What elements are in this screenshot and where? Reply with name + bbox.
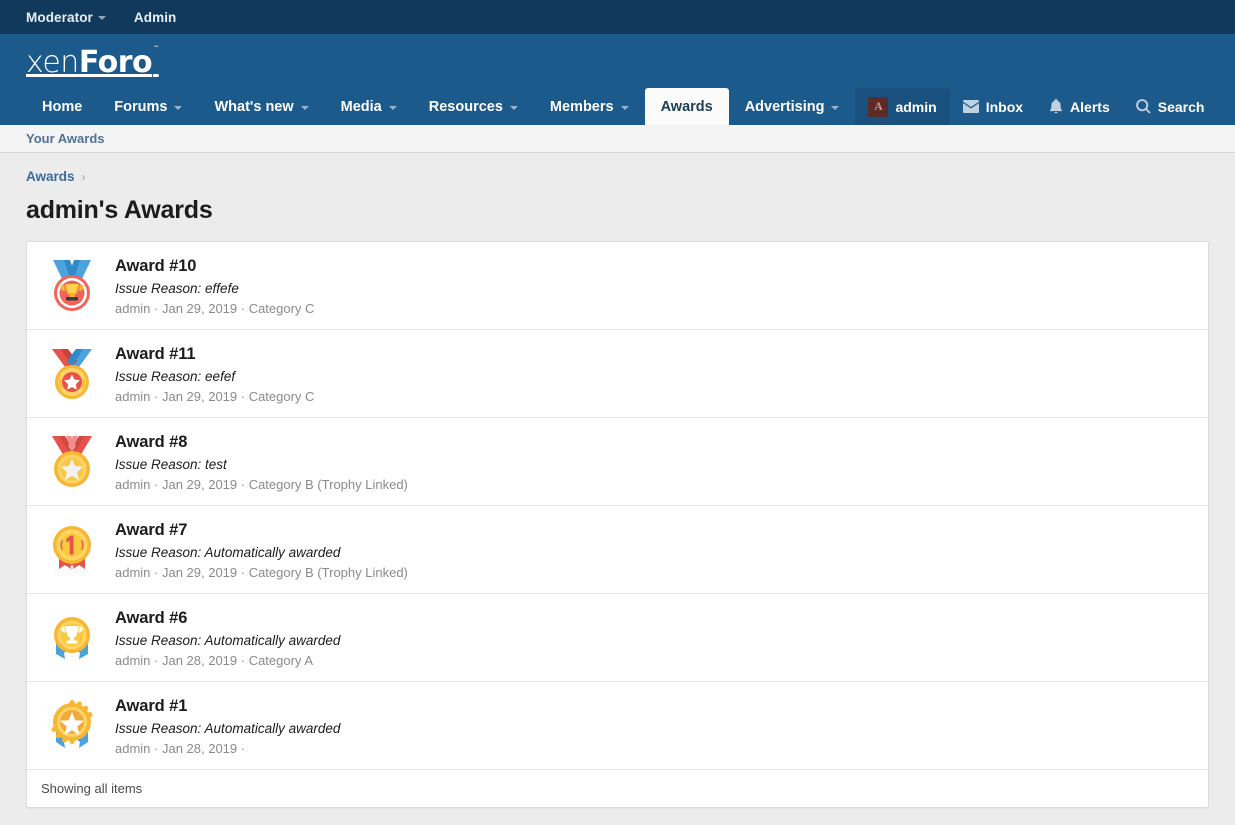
award-row[interactable]: Award #7 Issue Reason: Automatically awar… (27, 506, 1208, 594)
award-details: Award #1 Issue Reason: Automatically awar… (115, 696, 340, 756)
award-reason: Issue Reason: Automatically awarded (115, 633, 340, 648)
search-link[interactable]: Search (1123, 88, 1218, 125)
award-reason: Issue Reason: Automatically awarded (115, 721, 340, 736)
nav-item-forums[interactable]: Forums (98, 88, 198, 125)
avatar: A (868, 97, 888, 117)
award-title: Award #11 (115, 345, 314, 364)
award-details: Award #11 Issue Reason: eefef admin · Jan … (115, 344, 314, 404)
staffbar-moderator-link[interactable]: Moderator (26, 10, 106, 25)
chevron-down-icon (98, 16, 106, 20)
award-details: Award #6 Issue Reason: Automatically awar… (115, 608, 340, 668)
subnav-item-your-awards[interactable]: Your Awards (26, 131, 105, 146)
award-title: Award #7 (115, 521, 408, 540)
rosette-trophy-blue-tails-icon (43, 608, 101, 666)
chevron-down-icon (831, 106, 839, 110)
breadcrumb-item-awards[interactable]: Awards (26, 169, 75, 184)
award-row[interactable]: Award #11 Issue Reason: eefef admin · Jan … (27, 330, 1208, 418)
awards-list: Award #10 Issue Reason: effefe admin · Jan… (27, 242, 1208, 770)
staffbar-admin-link[interactable]: Admin (134, 10, 177, 25)
logo-trademark: ˜ (153, 44, 159, 58)
logo-text-part1: xen (26, 45, 79, 80)
award-details: Award #8 Issue Reason: test admin · Jan 29… (115, 432, 408, 492)
award-details: Award #7 Issue Reason: Automatically awar… (115, 520, 408, 580)
nav-item-label: Awards (661, 99, 713, 115)
chevron-down-icon (389, 106, 397, 110)
nav-item-what-s-new[interactable]: What's new (198, 88, 324, 125)
medal-trophy-blue-ribbon-icon (43, 256, 101, 314)
award-title: Award #10 (115, 257, 314, 276)
main-navigation-row: Home Forums What's new Media Resources Member… (0, 88, 1235, 125)
rosette-number-one-icon (43, 520, 101, 578)
envelope-icon (963, 100, 979, 113)
award-row[interactable]: Award #1 Issue Reason: Automatically awar… (27, 682, 1208, 770)
visitor-name-label: admin (895, 99, 936, 115)
nav-item-label: What's new (214, 99, 293, 115)
page-title: admin's Awards (26, 196, 1209, 225)
site-header: xenForo˜ Home Forums What's new Media Resour… (0, 34, 1235, 125)
medal-star-red-blue-ribbon-icon (43, 344, 101, 402)
award-title: Award #1 (115, 697, 340, 716)
chevron-down-icon (301, 106, 309, 110)
search-label: Search (1158, 99, 1205, 115)
inbox-link[interactable]: Inbox (950, 88, 1036, 125)
award-reason: Issue Reason: Automatically awarded (115, 545, 408, 560)
nav-item-label: Advertising (745, 99, 825, 115)
award-meta: admin · Jan 28, 2019 · (115, 741, 340, 756)
nav-item-resources[interactable]: Resources (413, 88, 534, 125)
nav-item-label: Home (42, 99, 82, 115)
nav-item-members[interactable]: Members (534, 88, 645, 125)
staffbar-moderator-label: Moderator (26, 10, 93, 25)
inbox-label: Inbox (986, 99, 1023, 115)
breadcrumb: Awards › (26, 153, 1209, 190)
site-logo[interactable]: xenForo˜ (26, 48, 158, 78)
chevron-down-icon (510, 106, 518, 110)
award-row[interactable]: Award #10 Issue Reason: effefe admin · Jan… (27, 242, 1208, 330)
medal-star-red-ribbon-icon (43, 432, 101, 490)
staff-bar: Moderator Admin (0, 0, 1235, 34)
chevron-down-icon (621, 106, 629, 110)
award-reason: Issue Reason: effefe (115, 281, 314, 296)
alerts-label: Alerts (1070, 99, 1110, 115)
nav-item-label: Forums (114, 99, 167, 115)
nav-item-home[interactable]: Home (26, 88, 98, 125)
navigation-right: A admin Inbox Alerts Search (855, 88, 1217, 125)
nav-item-media[interactable]: Media (325, 88, 413, 125)
chevron-down-icon (174, 106, 182, 110)
breadcrumb-bottom: Awards › (26, 808, 1209, 825)
nav-item-label: Resources (429, 99, 503, 115)
award-row[interactable]: Award #6 Issue Reason: Automatically awar… (27, 594, 1208, 682)
award-details: Award #10 Issue Reason: effefe admin · Jan… (115, 256, 314, 316)
award-meta: admin · Jan 29, 2019 · Category C (115, 301, 314, 316)
sub-navigation: Your Awards (0, 125, 1235, 153)
award-title: Award #8 (115, 433, 408, 452)
alerts-link[interactable]: Alerts (1036, 88, 1123, 125)
nav-item-label: Members (550, 99, 614, 115)
main-navigation: Home Forums What's new Media Resources Member… (26, 88, 855, 125)
logo-wrapper: xenForo˜ (0, 48, 1235, 78)
search-icon (1136, 99, 1151, 114)
bell-icon (1049, 99, 1063, 114)
award-reason: Issue Reason: test (115, 457, 408, 472)
visitor-menu-button[interactable]: A admin (855, 88, 949, 125)
nav-item-advertising[interactable]: Advertising (729, 88, 856, 125)
logo-text-part2: Foro (79, 45, 152, 80)
list-footer-note: Showing all items (27, 770, 1208, 807)
nav-item-label: Media (341, 99, 382, 115)
awards-list-block: Award #10 Issue Reason: effefe admin · Jan… (26, 241, 1209, 808)
award-meta: admin · Jan 29, 2019 · Category C (115, 389, 314, 404)
award-meta: admin · Jan 28, 2019 · Category A (115, 653, 340, 668)
breadcrumb-separator-icon: › (82, 170, 86, 184)
award-meta: admin · Jan 29, 2019 · Category B (Troph… (115, 477, 408, 492)
award-meta: admin · Jan 29, 2019 · Category B (Troph… (115, 565, 408, 580)
rosette-star-blue-tails-icon (43, 696, 101, 754)
award-reason: Issue Reason: eefef (115, 369, 314, 384)
award-title: Award #6 (115, 609, 340, 628)
staffbar-admin-label: Admin (134, 10, 177, 25)
page-content: Awards › admin's Awards Award #10 Issue R… (0, 153, 1235, 825)
award-row[interactable]: Award #8 Issue Reason: test admin · Jan 29… (27, 418, 1208, 506)
nav-item-awards[interactable]: Awards (645, 88, 729, 125)
